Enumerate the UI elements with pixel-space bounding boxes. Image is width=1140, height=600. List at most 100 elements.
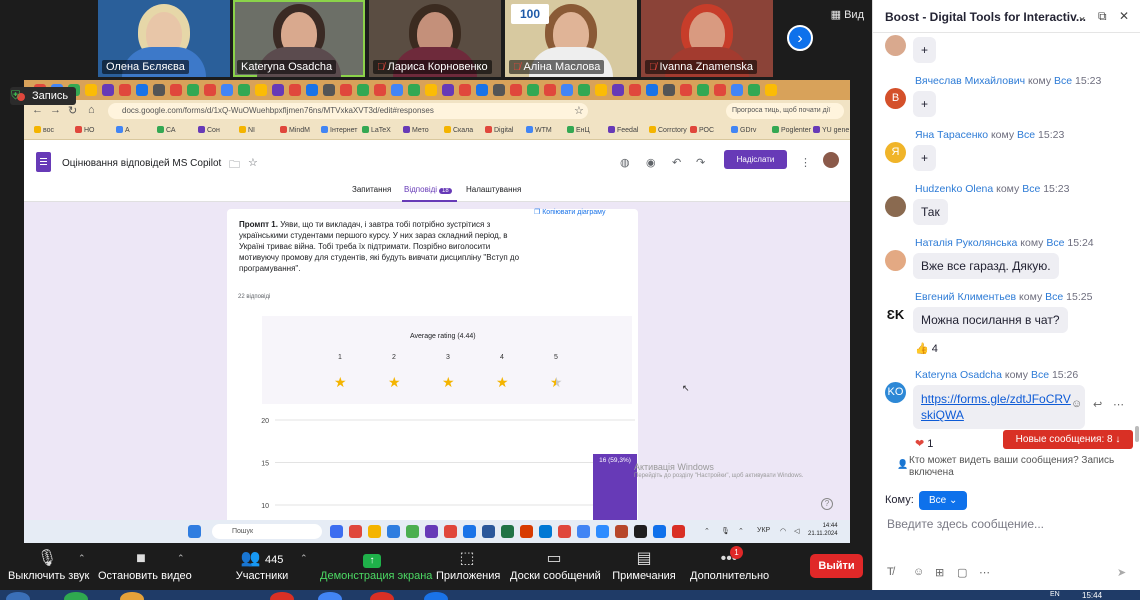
bookmark-item[interactable]: Feedal <box>608 126 638 134</box>
copy-diagram-button[interactable]: ❐ Копіювати діаграму <box>534 208 606 216</box>
browser-tab[interactable] <box>697 84 709 96</box>
browser-tab[interactable] <box>391 84 403 96</box>
taskbar-app-icon[interactable] <box>387 525 400 538</box>
browser-tab[interactable] <box>425 84 437 96</box>
browser-tab[interactable] <box>680 84 692 96</box>
lang-indicator[interactable]: УКР <box>757 527 770 534</box>
bookmark-item[interactable]: Інтернет <box>321 126 357 134</box>
bookmark-item[interactable]: NI <box>239 126 255 134</box>
close-icon[interactable]: ✕ <box>1119 9 1129 23</box>
browser-tab[interactable] <box>374 84 386 96</box>
view-button[interactable]: ▦ Вид <box>831 8 864 21</box>
taskbar-app-icon[interactable] <box>349 525 362 538</box>
extension-search[interactable]: Прогроса тиць, щоб почати дії <box>726 103 844 119</box>
browser-tab[interactable] <box>255 84 267 96</box>
browser-tab[interactable] <box>612 84 624 96</box>
browser-tab[interactable] <box>119 84 131 96</box>
add-reaction-icon[interactable]: ☺ <box>1071 398 1082 410</box>
os-app-icon[interactable] <box>64 592 88 600</box>
heart-reaction[interactable]: ❤ 1 <box>915 437 933 450</box>
star-icon[interactable]: ☆ <box>248 156 258 169</box>
taskbar-app-icon[interactable] <box>596 525 609 538</box>
bookmark-item[interactable]: СА <box>157 126 176 134</box>
reply-icon[interactable]: ↩ <box>1093 398 1102 411</box>
notes-button[interactable]: ▤ Примечания <box>612 549 676 582</box>
message-more-icon[interactable]: ⋯ <box>1113 398 1124 411</box>
tab-settings[interactable]: Налаштування <box>466 185 521 194</box>
reload-icon[interactable]: ↻ <box>68 104 77 117</box>
share-screen-button[interactable]: ↑ Демонстрация экрана <box>320 549 432 582</box>
sender-avatar[interactable]: Я <box>885 142 906 163</box>
browser-tab[interactable] <box>153 84 165 96</box>
taskbar-app-icon[interactable] <box>634 525 647 538</box>
forward-icon[interactable]: → <box>50 104 61 116</box>
preview-icon[interactable]: ◉ <box>646 156 656 169</box>
folder-icon[interactable]: 🗀 <box>229 156 240 175</box>
bookmark-item[interactable]: А <box>116 126 130 134</box>
browser-tab[interactable] <box>187 84 199 96</box>
taskbar-app-icon[interactable] <box>425 525 438 538</box>
bookmark-item[interactable]: РОС <box>690 126 714 134</box>
browser-tab[interactable] <box>357 84 369 96</box>
address-bar[interactable]: docs.google.com/forms/d/1xQ-WuOWuehbpxfl… <box>108 103 588 119</box>
new-messages-button[interactable]: Новые сообщения: 8 ↓ <box>1003 430 1133 449</box>
participant-video-tile[interactable]: Kateryna Osadcha <box>233 0 365 77</box>
taskbar-app-icon[interactable] <box>482 525 495 538</box>
browser-tab[interactable] <box>510 84 522 96</box>
browser-tab[interactable] <box>629 84 641 96</box>
os-app-icon[interactable] <box>370 592 394 600</box>
chat-scrollbar[interactable] <box>1135 426 1139 442</box>
browser-tab[interactable] <box>595 84 607 96</box>
participant-video-tile[interactable]: 🎙̸ Лариса Корновенко <box>369 0 501 77</box>
browser-tab[interactable] <box>102 84 114 96</box>
sender-name[interactable]: Вячеслав Михайлович <box>915 75 1025 87</box>
browser-tab[interactable] <box>663 84 675 96</box>
bookmark-item[interactable]: Corrctory <box>649 126 687 134</box>
taskbar-app-icon[interactable] <box>558 525 571 538</box>
browser-tab[interactable] <box>323 84 335 96</box>
emoji-icon[interactable]: ☺ <box>913 566 924 578</box>
form-title[interactable]: Оцінювання відповідей MS Copilot <box>62 158 221 169</box>
stop-video-button[interactable]: ■ Остановить видео <box>98 549 192 582</box>
participant-video-tile[interactable]: 🎙̸ Ivanna Znamenska <box>641 0 773 77</box>
browser-tab[interactable] <box>714 84 726 96</box>
browser-tab[interactable] <box>476 84 488 96</box>
os-app-icon[interactable] <box>318 592 342 600</box>
taskbar-app-icon[interactable] <box>406 525 419 538</box>
back-icon[interactable]: ← <box>32 104 43 116</box>
browser-tab[interactable] <box>408 84 420 96</box>
os-app-icon[interactable] <box>120 592 144 600</box>
bookmark-item[interactable]: НО <box>75 126 95 134</box>
message-link[interactable]: https://forms.gle/zdtJFoCRV skiQWA <box>913 385 1085 429</box>
palette-icon[interactable]: ◍ <box>620 156 630 169</box>
sender-name[interactable]: Наталія Руколянська <box>915 237 1017 249</box>
taskbar-app-icon[interactable] <box>653 525 666 538</box>
bookmark-item[interactable]: ЕнЦ <box>567 126 590 134</box>
chart-bar[interactable] <box>593 454 637 522</box>
tray-expand-icon-2[interactable]: ⌃ <box>738 527 744 535</box>
mute-button[interactable]: 🎙 Выключить звук <box>8 549 89 582</box>
whiteboards-button[interactable]: ▭ Доски сообщений <box>510 549 601 582</box>
sender-name[interactable]: Hudzenko Olena <box>915 183 993 195</box>
os-clock[interactable]: 15:44 <box>1082 591 1102 600</box>
video-options-caret-icon[interactable]: ⌃ <box>177 553 185 564</box>
sender-avatar[interactable]: ƐK <box>885 304 906 325</box>
bookmark-item[interactable]: Digital <box>485 126 513 134</box>
browser-tab[interactable] <box>459 84 471 96</box>
wifi-icon[interactable]: ◠ <box>780 527 786 535</box>
taskbar-app-icon[interactable] <box>330 525 343 538</box>
participants-caret-icon[interactable]: ⌃ <box>300 553 308 564</box>
chat-input[interactable]: Введите здесь сообщение... <box>887 517 1044 531</box>
sender-avatar[interactable]: В <box>885 88 906 109</box>
bookmark-item[interactable]: YU gene <box>813 126 849 134</box>
taskbar-app-icon[interactable] <box>520 525 533 538</box>
bookmark-item[interactable]: GDrv <box>731 126 756 134</box>
taskbar-app-icon[interactable] <box>368 525 381 538</box>
bookmark-item[interactable]: Скала <box>444 126 473 134</box>
bookmark-item[interactable]: MindM <box>280 126 310 134</box>
bookmark-item[interactable]: вос <box>34 126 54 134</box>
who-can-see-link[interactable]: Кто может видеть ваши сообщения? Запись … <box>897 455 1137 479</box>
popout-icon[interactable]: ⧉ <box>1098 9 1107 24</box>
mic-tray-icon[interactable]: 🎙 <box>721 527 730 535</box>
browser-tab[interactable] <box>731 84 743 96</box>
